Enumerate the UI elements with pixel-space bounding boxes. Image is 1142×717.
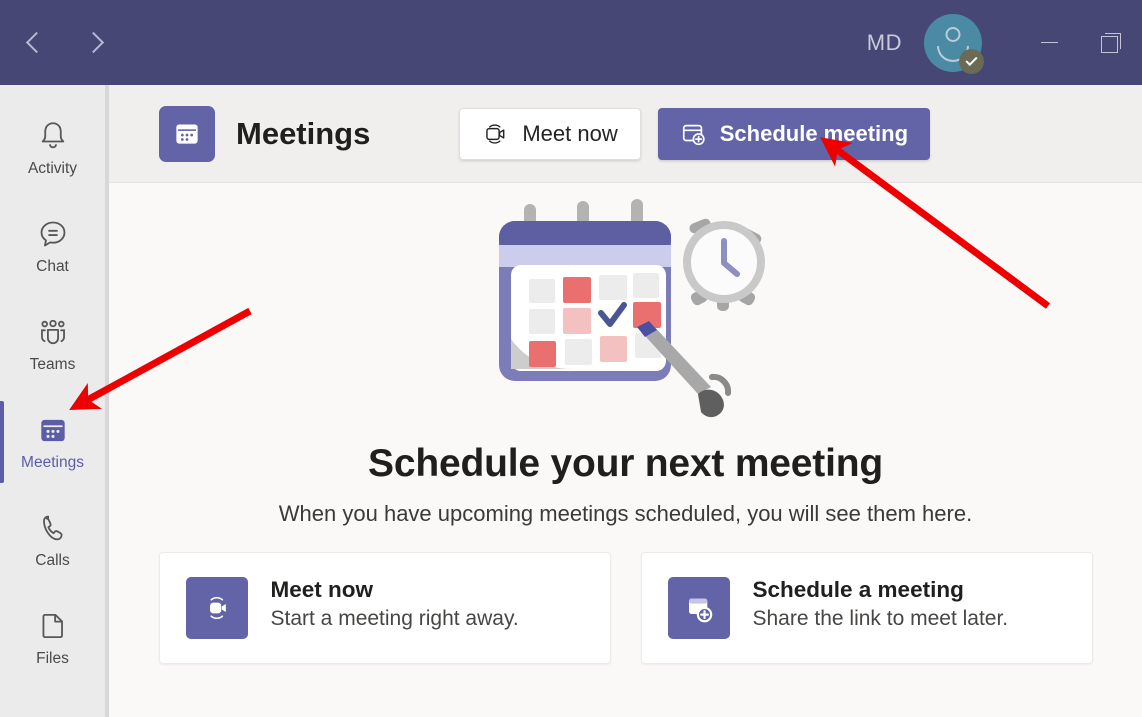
sidebar-item-meetings[interactable]: Meetings [0, 393, 105, 491]
empty-state-subline: When you have upcoming meetings schedule… [278, 501, 973, 526]
restore-icon [1101, 32, 1121, 53]
card-subtitle: Share the link to meet later. [752, 607, 1009, 630]
card-icon-tile [667, 577, 730, 639]
bell-icon [41, 121, 64, 148]
card-title: Meet now [270, 577, 374, 602]
page-title: Meetings [236, 115, 371, 151]
card-text: Schedule a meeting Share the link to mee… [753, 577, 1009, 631]
sidebar-item-label: Teams [29, 355, 76, 373]
avatar[interactable] [924, 13, 984, 74]
calendar-icon [176, 123, 198, 144]
sidebar-item-chat[interactable]: Chat [0, 197, 105, 295]
title-bar: MD [0, 0, 1142, 85]
video-camera-icon [209, 597, 226, 619]
sidebar-item-label: Activity [27, 159, 78, 177]
meet-now-button[interactable]: Meet now [459, 107, 641, 160]
back-button[interactable] [12, 21, 56, 65]
forward-button[interactable] [74, 21, 118, 65]
card-icon-tile [185, 577, 248, 639]
phone-icon [42, 515, 63, 540]
restore-button[interactable] [1080, 0, 1142, 85]
sidebar-item-files[interactable]: Files [0, 589, 105, 687]
meet-now-button-label: Meet now [522, 120, 618, 146]
sidebar-item-teams[interactable]: Teams [0, 295, 105, 393]
quick-action-cards: Meet now Start a meeting right away. Sch… [158, 552, 1093, 664]
chevron-left-icon [25, 31, 48, 54]
empty-state: Schedule your next meeting When you have… [109, 183, 1142, 664]
card-subtitle: Start a meeting right away. [270, 607, 519, 630]
calendar-plus-icon [688, 598, 712, 622]
chat-icon [40, 221, 65, 246]
sidebar-item-label: Meetings [21, 453, 84, 471]
title-bar-right: MD [867, 0, 1142, 85]
card-meet-now[interactable]: Meet now Start a meeting right away. [158, 552, 611, 664]
check-icon [965, 53, 978, 67]
sidebar-item-activity[interactable]: Activity [0, 99, 105, 197]
sidebar-item-calls[interactable]: Calls [0, 491, 105, 589]
empty-state-headline: Schedule your next meeting [368, 442, 883, 485]
page-header: Meetings Meet now Schedule meeting [109, 85, 1142, 183]
sidebar-item-label: Chat [36, 257, 69, 275]
user-initials: MD [866, 29, 902, 55]
sidebar-item-label: Files [36, 649, 69, 667]
calendar-icon [40, 419, 65, 441]
teams-window: MD Activity Chat Teams Meetings Calls Fi… [0, 0, 1142, 717]
schedule-meeting-button[interactable]: Schedule meeting [657, 107, 931, 160]
app-rail-sidebar: Activity Chat Teams Meetings Calls Files [0, 85, 105, 717]
calendar-plus-icon [682, 124, 705, 145]
teams-icon [40, 319, 65, 344]
main-content: Meetings Meet now Schedule meeting Sched… [109, 85, 1142, 717]
person-head-icon [945, 26, 961, 42]
video-camera-icon [486, 123, 505, 144]
page-title-icon-tile [159, 105, 215, 162]
card-schedule-meeting[interactable]: Schedule a meeting Share the link to mee… [640, 552, 1093, 664]
schedule-meeting-button-label: Schedule meeting [719, 120, 909, 146]
file-icon [42, 613, 63, 638]
minimize-icon [1040, 42, 1058, 43]
sidebar-item-label: Calls [35, 551, 70, 569]
clock-illustration [682, 218, 765, 311]
header-actions: Meet now Schedule meeting [459, 107, 931, 160]
navigation-arrows [12, 21, 118, 65]
card-text: Meet now Start a meeting right away. [271, 577, 519, 631]
chevron-right-icon [82, 31, 105, 54]
calendar-clock-pen-illustration [498, 199, 765, 418]
status-badge-available [959, 48, 984, 74]
minimize-button[interactable] [1018, 0, 1080, 85]
calendar-illustration [498, 221, 671, 381]
card-title: Schedule a meeting [752, 577, 964, 602]
